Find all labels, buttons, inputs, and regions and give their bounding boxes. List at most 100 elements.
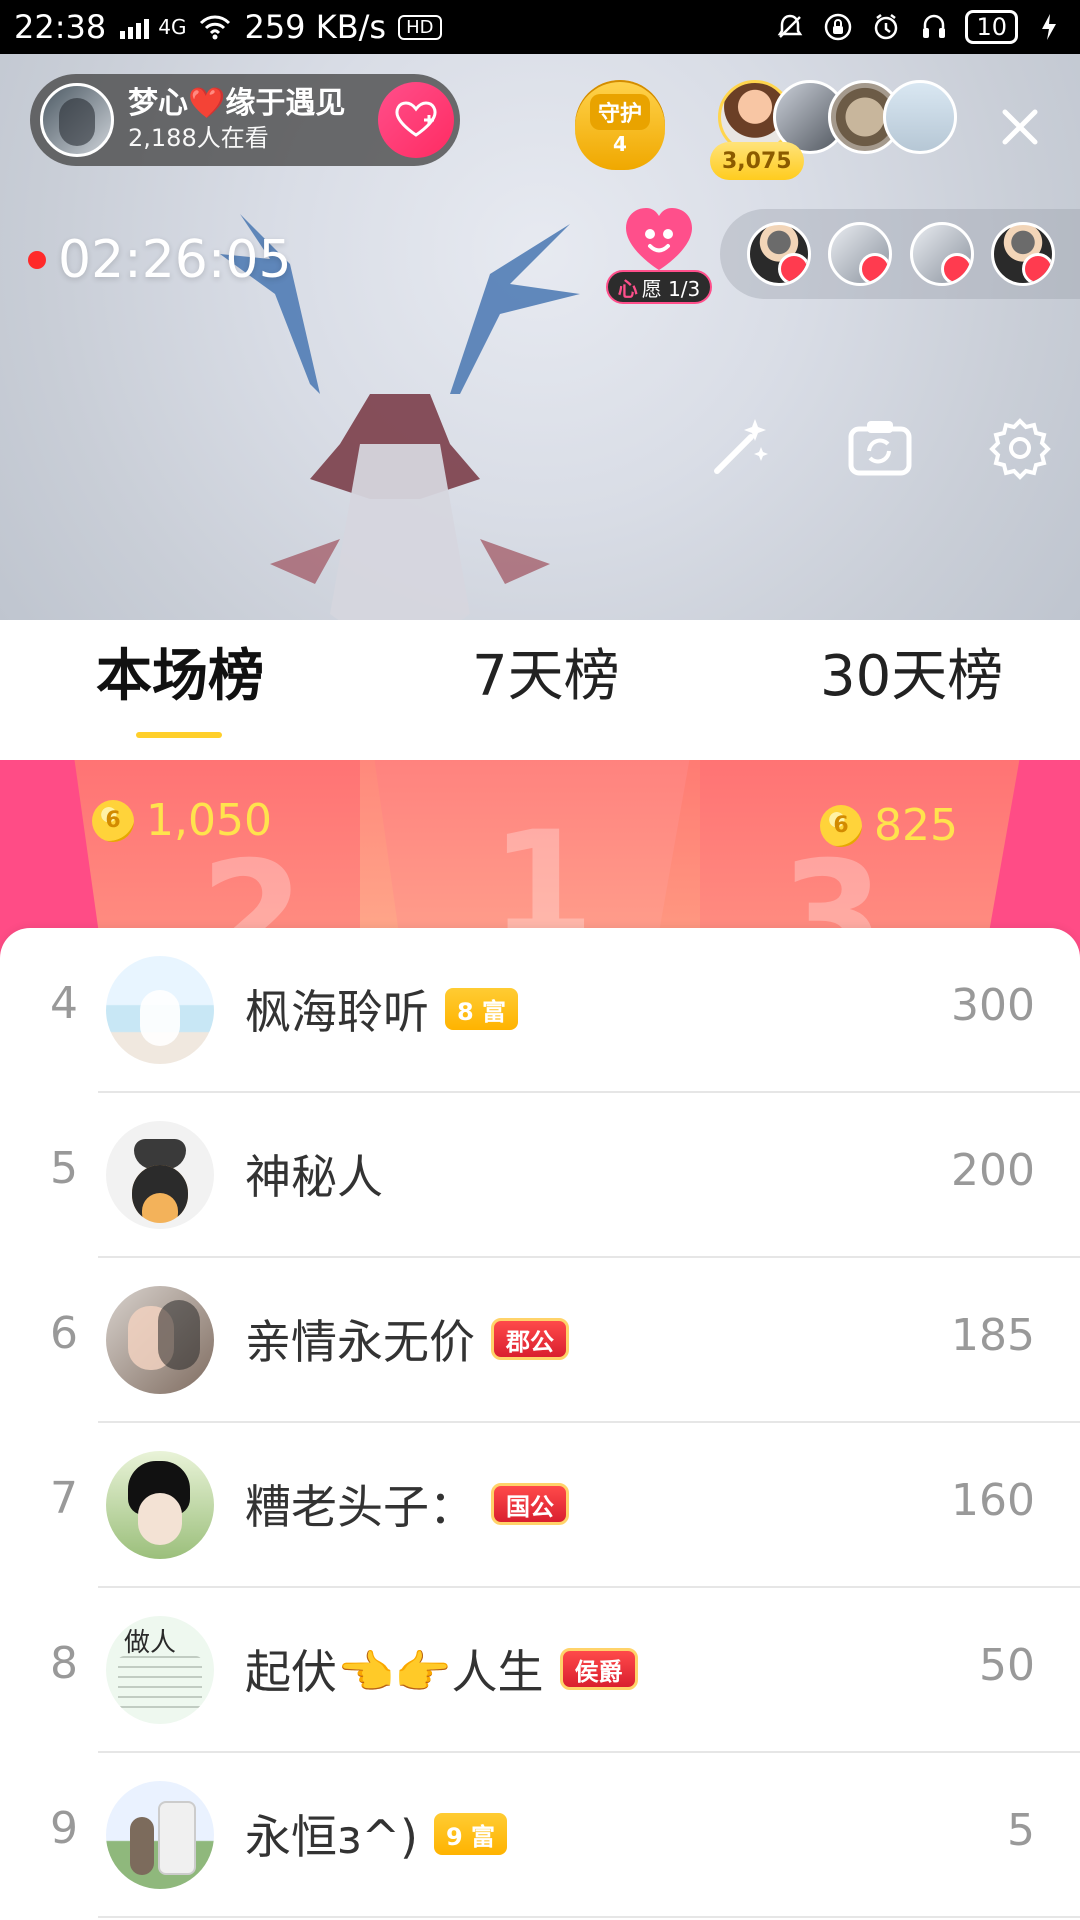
wish-heart-icon (620, 204, 698, 274)
podium-right-coins: 6 825 (820, 800, 958, 851)
guard-count: 4 (613, 132, 627, 156)
noble-badge: 侯爵 (559, 1648, 638, 1690)
wish-widget[interactable]: 心 愿 1/3 (606, 204, 712, 314)
magic-button[interactable] (700, 410, 780, 490)
list-item[interactable]: 8 做人 起伏👈👉人生 侯爵 50 (0, 1588, 1080, 1753)
headphones-icon (917, 10, 951, 44)
score: 300 (951, 980, 1035, 1031)
rank-number: 6 (50, 1308, 78, 1359)
status-right: 10 (773, 10, 1066, 44)
flip-camera-icon (843, 411, 917, 489)
guest-seat[interactable] (909, 222, 974, 286)
coin-icon: 6 (92, 799, 134, 842)
name-wrap: 亲情永无价 郡公 (245, 1306, 569, 1372)
name-wrap: 永恒з^) 9 富 (245, 1801, 508, 1867)
host-name: 梦心❤️缘于遇见 (128, 85, 346, 121)
ranking-tabs: 本场榜 7天榜 30天榜 (0, 620, 1080, 760)
hd-indicator: HD (398, 14, 442, 40)
podium-left-coins: 6 1,050 (92, 795, 272, 846)
avatar[interactable] (106, 956, 214, 1064)
avatar[interactable] (106, 1451, 214, 1559)
guest-seat[interactable] (746, 222, 811, 286)
score: 50 (979, 1640, 1035, 1691)
close-icon (995, 102, 1045, 156)
live-timer: 02:26:05 (28, 230, 292, 290)
app-screen: 22:38 4G 259 KB/s HD 10 梦心❤️缘于遇见 2,188人在… (0, 0, 1080, 1920)
recording-dot (28, 251, 46, 269)
deer-head-decoration (220, 214, 580, 620)
avatar[interactable]: 做人 (106, 1616, 214, 1724)
signal-icon (118, 10, 152, 44)
video-tools (700, 410, 1060, 490)
noble-badge: 国公 (491, 1483, 569, 1525)
score: 160 (951, 1475, 1035, 1526)
silent-bell-icon (773, 10, 807, 44)
coin-icon: 6 (820, 804, 862, 847)
alarm-icon (869, 10, 903, 44)
host-avatar[interactable] (40, 82, 114, 157)
username: 亲情永无价 (245, 1315, 475, 1369)
list-item[interactable]: 6 亲情永无价 郡公 185 (0, 1258, 1080, 1423)
tab-current-session[interactable]: 本场榜 (96, 642, 264, 712)
divider (98, 1916, 1080, 1918)
heart-plus-icon (394, 96, 438, 144)
active-tab-indicator (136, 732, 222, 738)
close-button[interactable] (985, 94, 1055, 164)
rank-number: 8 (50, 1638, 78, 1689)
username: 枫海聆听 (245, 985, 429, 1039)
top-viewer-coins: 3,075 (722, 148, 792, 174)
wealth-badge: 9 富 (433, 1813, 508, 1855)
wish-progress: 心 愿 1/3 (606, 270, 712, 304)
battery-indicator: 10 (965, 10, 1018, 44)
viewer-count: 2,188人在看 (128, 123, 269, 152)
network-speed: 259 KB/s (244, 8, 387, 46)
list-item[interactable]: 9 永恒з^) 9 富 5 (0, 1753, 1080, 1918)
name-wrap: 枫海聆听 8 富 (245, 976, 519, 1042)
magic-wand-icon (703, 411, 777, 489)
tab-30-days[interactable]: 30天榜 (820, 642, 1003, 712)
follow-button[interactable] (378, 81, 454, 158)
score: 5 (1007, 1805, 1035, 1856)
settings-button[interactable] (980, 410, 1060, 490)
guard-title: 守护 (589, 94, 650, 130)
guest-seat[interactable] (991, 222, 1056, 286)
viewer-avatar[interactable] (883, 80, 957, 154)
live-timer-text: 02:26:05 (58, 230, 292, 290)
guest-seat[interactable] (828, 222, 893, 286)
guard-shield: 守护 4 (575, 80, 665, 170)
top-viewer-coin-pill: 3,075 (710, 142, 804, 180)
list-item[interactable]: 7 糟老头子： 国公 160 (0, 1423, 1080, 1588)
list-item[interactable]: 5 神秘人 200 (0, 1093, 1080, 1258)
host-text-block: 梦心❤️缘于遇见 2,188人在看 (128, 85, 346, 153)
avatar[interactable] (106, 1121, 214, 1229)
host-info-pill[interactable]: 梦心❤️缘于遇见 2,188人在看 (30, 73, 460, 166)
rank-number: 9 (50, 1803, 78, 1854)
live-video-area[interactable]: 梦心❤️缘于遇见 2,188人在看 守护 4 3,075 02:26:05 心 … (0, 54, 1080, 620)
flip-camera-button[interactable] (840, 410, 920, 490)
rank-number: 7 (50, 1473, 78, 1524)
noble-badge: 郡公 (491, 1318, 569, 1360)
seat-badge-icon (1022, 253, 1053, 283)
time-text: 22:38 (14, 8, 107, 46)
guard-badge[interactable]: 守护 4 (575, 80, 665, 174)
status-left: 22:38 4G 259 KB/s HD (14, 8, 442, 46)
top-viewers[interactable]: 3,075 (710, 80, 957, 190)
list-item[interactable]: 4 枫海聆听 8 富 300 (0, 928, 1080, 1093)
tab-7-days[interactable]: 7天榜 (472, 642, 620, 712)
podium-left-value: 1,050 (146, 795, 272, 846)
avatar[interactable] (106, 1781, 214, 1889)
wish-label-prefix: 心 (617, 276, 638, 301)
name-wrap: 起伏👈👉人生 侯爵 (245, 1636, 638, 1702)
podium-right-value: 825 (874, 800, 958, 851)
lock-rotation-icon (821, 10, 855, 44)
score: 200 (951, 1145, 1035, 1196)
gear-icon (983, 411, 1057, 489)
network-label: 4G (158, 15, 187, 39)
username: 永恒з^) (245, 1810, 418, 1864)
score: 185 (951, 1310, 1035, 1361)
seat-badge-icon (777, 253, 808, 283)
name-wrap: 神秘人 (245, 1141, 383, 1207)
avatar[interactable] (106, 1286, 214, 1394)
avatar-text: 做人 (124, 1628, 177, 1658)
username: 糟老头子： (245, 1480, 475, 1534)
